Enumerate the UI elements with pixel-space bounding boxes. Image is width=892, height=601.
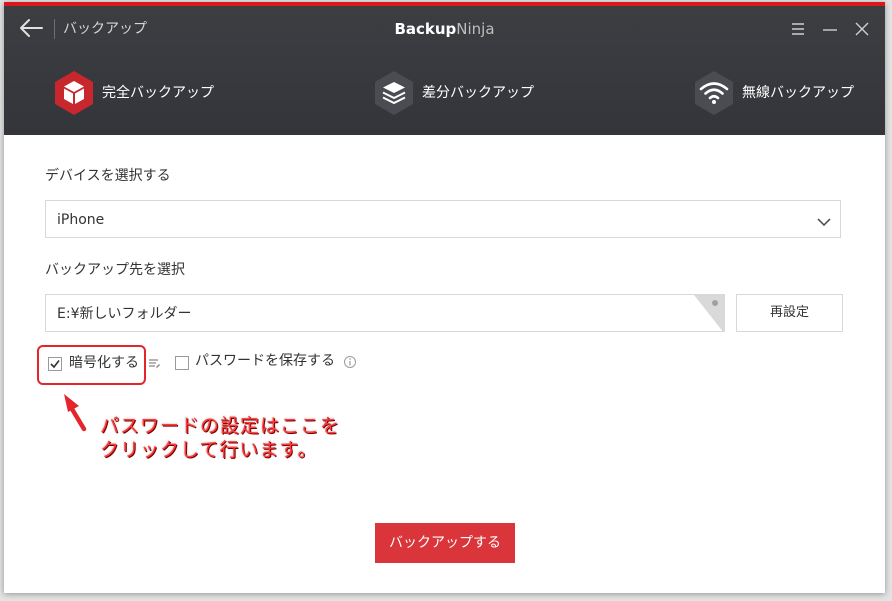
- annotation-text: パスワードの設定はここを クリックして行います。: [100, 414, 340, 462]
- destination-path-field[interactable]: E:¥新しいフォルダー: [45, 294, 725, 332]
- save-password-label: パスワードを保存する: [195, 353, 335, 369]
- device-section-label: デバイスを選択する: [45, 168, 171, 184]
- annotation-line-1: パスワードの設定はここを: [100, 415, 341, 437]
- mode-label: 完全バックアップ: [102, 85, 214, 101]
- minimize-icon[interactable]: [821, 20, 839, 38]
- device-select-value: iPhone: [57, 212, 105, 228]
- save-password-checkbox[interactable]: [175, 356, 189, 370]
- annotation-line-2: クリックして行います。: [100, 439, 318, 461]
- edit-password-icon[interactable]: [147, 355, 161, 369]
- header: バックアップ BackupNinja 完全バックアップ 差分バックアップ 無線バ…: [4, 6, 885, 135]
- destination-section-label: バックアップ先を選択: [45, 262, 185, 278]
- app-title-light: Ninja: [456, 20, 495, 38]
- annotation-arrow-icon: [60, 392, 90, 432]
- destination-path-value: E:¥新しいフォルダー: [57, 306, 192, 322]
- mode-label: 無線バックアップ: [742, 85, 854, 101]
- encrypt-checkbox[interactable]: [48, 357, 62, 371]
- folder-corner-icon: [694, 295, 724, 331]
- app-window: バックアップ BackupNinja 完全バックアップ 差分バックアップ 無線バ…: [4, 2, 885, 593]
- close-icon[interactable]: [853, 20, 871, 38]
- app-title-bold: Backup: [394, 20, 457, 38]
- reset-button[interactable]: 再設定: [736, 294, 843, 332]
- device-select[interactable]: iPhone: [45, 200, 841, 238]
- titlebar: バックアップ BackupNinja: [4, 6, 885, 52]
- mode-label: 差分バックアップ: [422, 85, 534, 101]
- info-icon[interactable]: [343, 354, 357, 368]
- wifi-icon: [690, 69, 738, 117]
- app-title: BackupNinja: [4, 18, 885, 40]
- layers-icon: [370, 69, 418, 117]
- encrypt-label: 暗号化する: [69, 355, 139, 371]
- checkmark-icon: [50, 360, 60, 369]
- backup-button[interactable]: バックアップする: [375, 523, 515, 563]
- chevron-down-icon: [816, 213, 832, 227]
- menu-icon[interactable]: [789, 20, 807, 38]
- cube-icon: [50, 69, 98, 117]
